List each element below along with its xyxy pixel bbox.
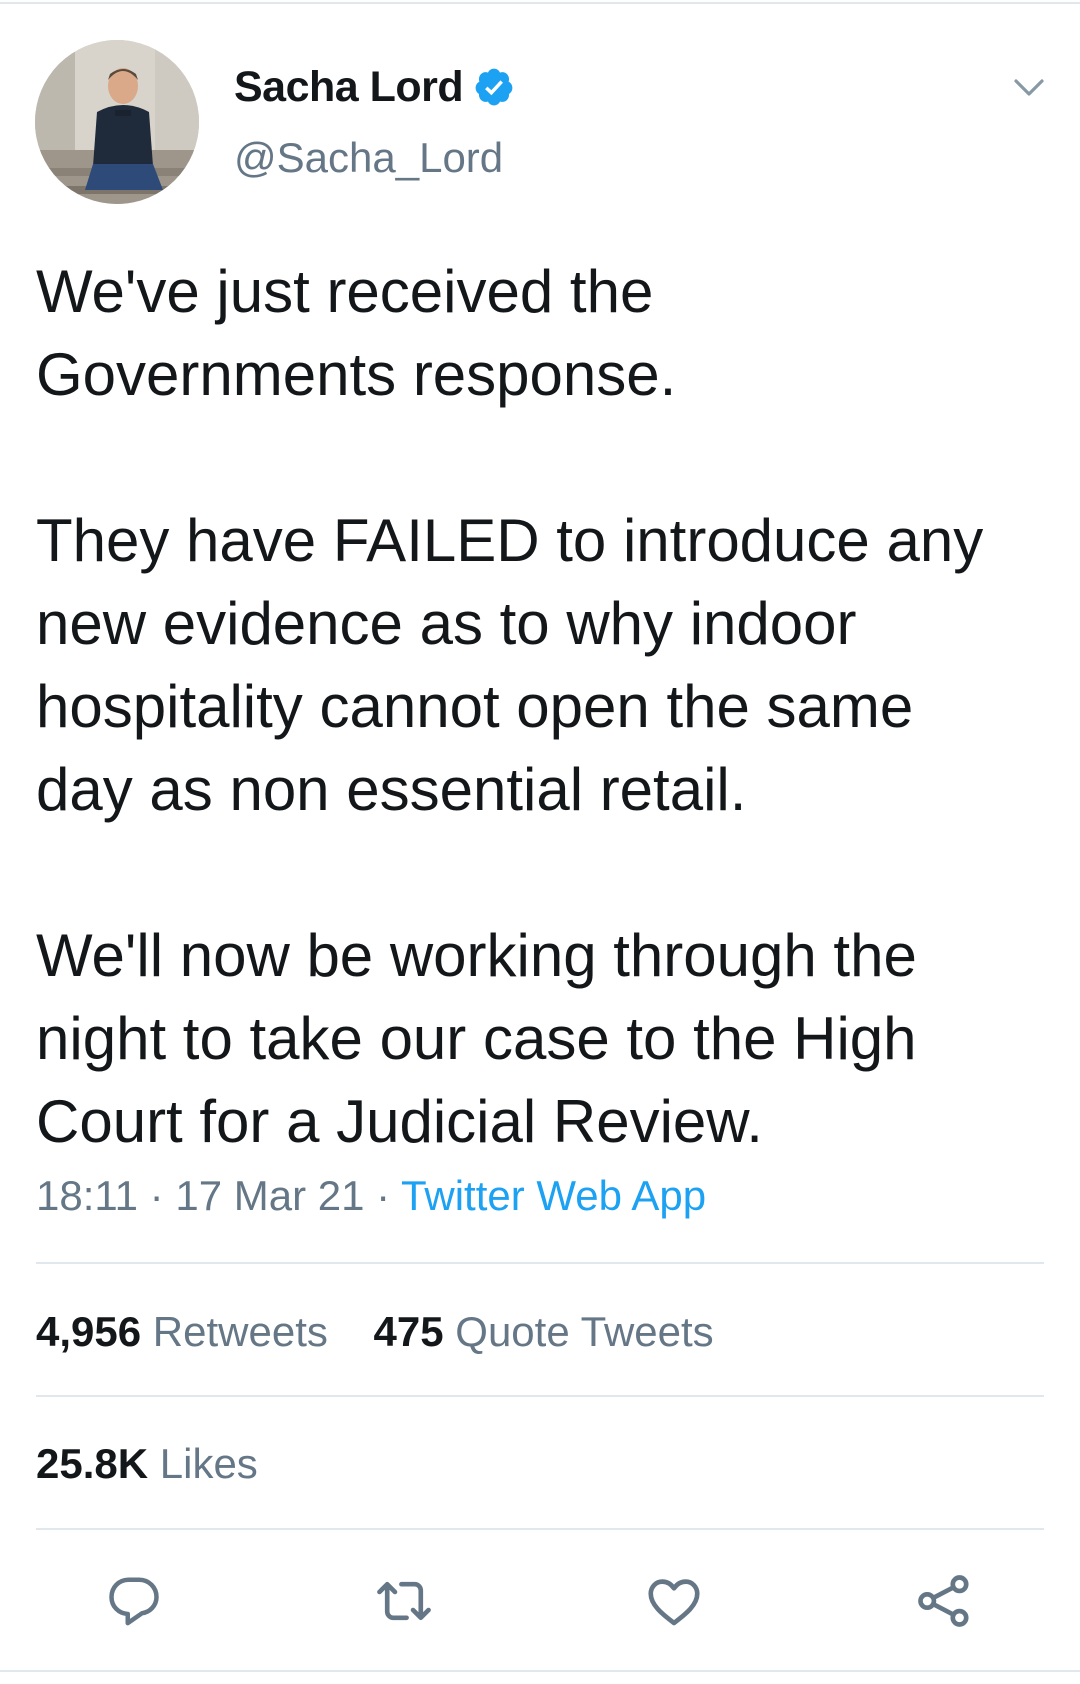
divider (36, 1395, 1044, 1397)
user-handle[interactable]: @Sacha_Lord (234, 134, 503, 182)
reply-button[interactable] (98, 1565, 170, 1637)
share-button[interactable] (908, 1565, 980, 1637)
avatar[interactable] (35, 40, 199, 204)
verified-badge-icon (473, 66, 515, 108)
quote-tweets-count: 475 (373, 1308, 444, 1355)
retweet-icon (377, 1581, 431, 1621)
avatar-photo (35, 40, 199, 204)
tweet-meta: 18:11 · 17 Mar 21 · Twitter Web App (36, 1172, 706, 1220)
tweet-paragraph: We'll now be working through the night t… (36, 922, 917, 1155)
retweet-button[interactable] (368, 1565, 440, 1637)
top-divider (0, 2, 1080, 4)
engagement-stats: 4,956 Retweets 475 Quote Tweets (36, 1308, 748, 1356)
divider (36, 1528, 1044, 1530)
action-bar (0, 1565, 1080, 1645)
bottom-divider (0, 1670, 1080, 1672)
tweet-source-link[interactable]: Twitter Web App (401, 1172, 706, 1219)
chevron-down-icon[interactable] (1012, 70, 1046, 104)
tweet-time[interactable]: 18:11 (36, 1172, 138, 1219)
like-button[interactable] (638, 1565, 710, 1637)
tweet-paragraph: They have FAILED to introduce any new ev… (36, 507, 984, 823)
heart-icon (648, 1579, 700, 1626)
likes-stat[interactable]: 25.8K Likes (36, 1440, 258, 1487)
share-icon (918, 1575, 969, 1627)
likes-count: 25.8K (36, 1440, 149, 1487)
retweets-label: Retweets (152, 1308, 328, 1355)
likes-row: 25.8K Likes (36, 1440, 292, 1488)
display-name[interactable]: Sacha Lord (234, 63, 464, 112)
tweet-paragraph: We've just received the Governments resp… (36, 258, 677, 408)
tweet-date[interactable]: 17 Mar 21 (175, 1172, 364, 1219)
quote-tweets-stat[interactable]: 475 Quote Tweets (374, 1308, 714, 1355)
meta-separator: · (376, 1172, 391, 1219)
quote-tweets-label: Quote Tweets (455, 1308, 714, 1355)
retweets-stat[interactable]: 4,956 Retweets (36, 1308, 328, 1355)
reply-icon (109, 1577, 159, 1626)
meta-separator: · (149, 1172, 164, 1219)
retweets-count: 4,956 (36, 1308, 142, 1355)
name-row: Sacha Lord (234, 60, 515, 114)
likes-label: Likes (159, 1440, 258, 1487)
divider (36, 1262, 1044, 1264)
tweet-text: We've just received the Governments resp… (36, 250, 1046, 1163)
